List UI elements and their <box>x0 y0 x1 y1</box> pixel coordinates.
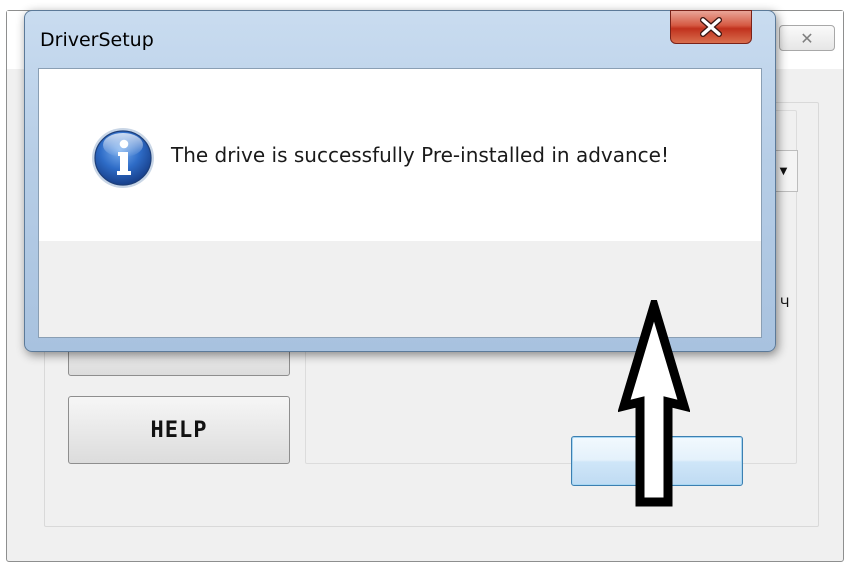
chevron-down-icon: ▼ <box>779 165 788 177</box>
dialog-close-button[interactable] <box>670 10 752 44</box>
dialog-content: The drive is successfully Pre-installed … <box>38 68 762 486</box>
up-arrow-icon <box>618 300 690 507</box>
information-icon <box>92 128 154 188</box>
background-partial-label: Ч <box>780 294 790 310</box>
close-icon <box>700 17 722 37</box>
dialog-title: DriverSetup <box>40 29 154 51</box>
dialog-message: The drive is successfully Pre-installed … <box>171 143 669 167</box>
background-close-button[interactable]: ✕ <box>779 25 835 51</box>
help-button[interactable]: HELP <box>68 396 290 464</box>
close-icon: ✕ <box>800 28 814 48</box>
